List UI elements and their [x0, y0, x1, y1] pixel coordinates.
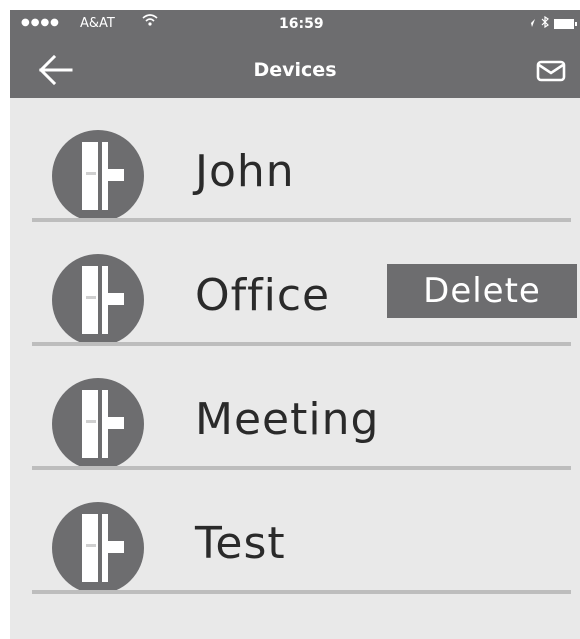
- delete-button[interactable]: Delete: [387, 264, 577, 318]
- signal-strength: ●●●●: [21, 17, 60, 28]
- clock: 16:59: [279, 16, 324, 32]
- device-row-meeting[interactable]: Meeting: [10, 346, 580, 470]
- device-row-john[interactable]: John: [10, 98, 580, 222]
- device-row-test[interactable]: Test: [10, 470, 580, 594]
- location-icon: [526, 17, 536, 31]
- carrier-name: A&AT: [80, 16, 115, 31]
- device-name: Test: [195, 518, 286, 569]
- page-title: Devices: [253, 59, 337, 81]
- device-name: Office: [195, 270, 331, 321]
- status-bar: ●●●● A&AT 16:59: [10, 10, 580, 36]
- status-right-group: [526, 15, 577, 31]
- wifi-icon: [142, 13, 158, 31]
- device-row-office[interactable]: Office Delete: [10, 222, 580, 346]
- lock-icon: [50, 376, 146, 472]
- device-list: John Office Delete Meeting Test: [10, 98, 580, 594]
- envelope-icon[interactable]: [536, 60, 566, 82]
- bluetooth-icon: [541, 15, 549, 31]
- nav-bar: Devices: [10, 50, 580, 90]
- battery-icon: [554, 18, 577, 29]
- row-divider: [32, 590, 571, 594]
- lock-icon: [50, 500, 146, 596]
- lock-icon: [50, 128, 146, 224]
- header-bar: ●●●● A&AT 16:59 Devices: [10, 10, 580, 98]
- device-name: John: [195, 146, 295, 197]
- device-name: Meeting: [195, 394, 380, 445]
- phone-screen: ●●●● A&AT 16:59 Devices John Office Dele…: [10, 10, 580, 639]
- lock-icon: [50, 252, 146, 348]
